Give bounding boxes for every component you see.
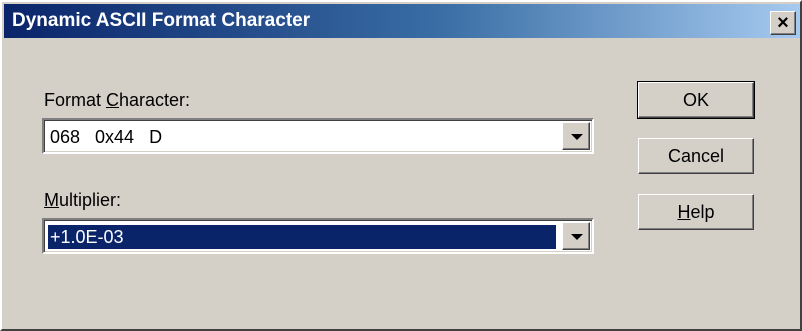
- ok-button[interactable]: OK: [637, 81, 755, 119]
- dialog-window: Dynamic ASCII Format Character × Format …: [0, 0, 802, 331]
- multiplier-combobox[interactable]: +1.0E-03: [42, 218, 594, 254]
- ok-button-label: OK: [682, 89, 709, 110]
- help-button-label: Help: [677, 201, 715, 222]
- multiplier-value: +1.0E-03: [48, 225, 556, 249]
- window-title: Dynamic ASCII Format Character: [12, 10, 311, 31]
- cancel-button-label: Cancel: [667, 145, 725, 166]
- format-character-label: Format Character:: [44, 90, 191, 110]
- close-icon: ×: [777, 12, 789, 34]
- cancel-button[interactable]: Cancel: [638, 138, 754, 174]
- close-button[interactable]: ×: [770, 11, 796, 35]
- help-button[interactable]: Help: [638, 194, 754, 230]
- title-bar[interactable]: Dynamic ASCII Format Character ×: [4, 4, 800, 38]
- format-character-dropdown-button[interactable]: [562, 122, 590, 150]
- format-character-combobox[interactable]: 068 0x44 D: [42, 118, 594, 154]
- multiplier-label: Multiplier:: [44, 190, 122, 210]
- multiplier-dropdown-button[interactable]: [562, 222, 590, 250]
- format-character-value: 068 0x44 D: [50, 127, 163, 147]
